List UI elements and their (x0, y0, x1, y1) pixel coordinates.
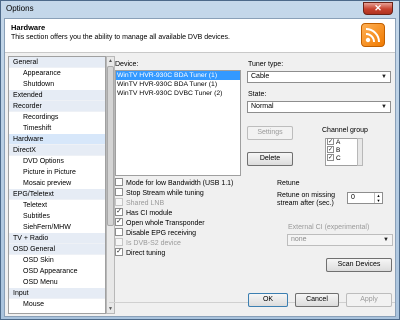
options-window: Options ✕ Hardware This section offers y… (0, 0, 400, 320)
option-label: Has CI module (126, 209, 173, 217)
option-label: Shared LNB (126, 199, 165, 207)
cancel-button[interactable]: Cancel (295, 293, 339, 307)
option-label: Stop Stream while tuning (126, 189, 204, 197)
checkbox-checked[interactable]: ✓ (327, 146, 334, 153)
device-item[interactable]: WinTV HVR-930C BDA Tuner (1) (116, 71, 240, 80)
checkbox-unchecked[interactable] (115, 228, 123, 236)
delete-button[interactable]: Delete (247, 152, 293, 166)
external-ci-value: none (291, 236, 307, 243)
sidebar-item-directx[interactable]: DirectX (9, 145, 105, 156)
sidebar-item-mouse[interactable]: Mouse (9, 299, 105, 310)
sidebar-item-osd-appearance[interactable]: OSD Appearance (9, 266, 105, 277)
sidebar-item-osd-skin[interactable]: OSD Skin (9, 255, 105, 266)
sidebar-item-teletext[interactable]: Teletext (9, 200, 105, 211)
scroll-up-icon[interactable]: ▲ (107, 57, 114, 65)
nav-scrollbar[interactable]: ▲ ▼ (106, 56, 115, 314)
channel-group-label: Channel group (322, 127, 368, 134)
option-mode-for-low-bandwidth-usb-1-1[interactable]: Mode for low Bandwidth (USB 1.1) (115, 178, 234, 189)
rss-icon (361, 23, 385, 47)
retune-title: Retune (277, 180, 300, 187)
sidebar-item-recorder[interactable]: Recorder (9, 101, 105, 112)
device-label: Device: (115, 61, 139, 68)
tuner-type-select[interactable]: Cable ▼ (247, 71, 391, 83)
checkbox-checked[interactable]: ✓ (115, 248, 123, 256)
option-label: Direct tuning (126, 249, 166, 257)
option-label: Open whole Transponder (126, 219, 205, 227)
title-bar[interactable]: Options ✕ (1, 1, 399, 18)
sidebar-item-appearance[interactable]: Appearance (9, 68, 105, 79)
device-item[interactable]: WinTV HVR-930C BDA Tuner (1) (116, 80, 240, 89)
checkbox-unchecked[interactable] (115, 188, 123, 196)
checkbox-checked[interactable]: ✓ (327, 154, 334, 161)
option-stop-stream-while-tuning[interactable]: Stop Stream while tuning (115, 188, 204, 199)
checkbox-unchecked[interactable] (115, 238, 123, 246)
sidebar-item-subtitles[interactable]: Subtitles (9, 211, 105, 222)
state-select[interactable]: Normal ▼ (247, 101, 391, 113)
option-is-dvb-s2-device[interactable]: Is DVB-S2 device (115, 238, 181, 249)
section-header: Hardware This section offers you the abi… (5, 19, 395, 53)
retune-seconds-spinner[interactable]: 0 ▲ ▼ (347, 192, 383, 204)
option-label: Mode for low Bandwidth (USB 1.1) (126, 179, 234, 187)
sidebar-item-shutdown[interactable]: Shutdown (9, 79, 105, 90)
checkbox-checked[interactable]: ✓ (115, 218, 123, 226)
sidebar-item-osd-menu[interactable]: OSD Menu (9, 277, 105, 288)
retune-seconds-value: 0 (351, 194, 355, 201)
sidebar-item-picture-in-picture[interactable]: Picture in Picture (9, 167, 105, 178)
sidebar-item-osd-general[interactable]: OSD General (9, 244, 105, 255)
option-has-ci-module[interactable]: ✓ Has CI module (115, 208, 173, 219)
checkbox-checked[interactable]: ✓ (115, 208, 123, 216)
option-open-whole-transponder[interactable]: ✓ Open whole Transponder (115, 218, 205, 229)
window-title: Options (6, 4, 34, 13)
section-title: Hardware (11, 23, 46, 32)
sidebar-item-siehfern-mhw[interactable]: SiehFern/MHW (9, 222, 105, 233)
section-description: This section offers you the ability to m… (11, 34, 230, 41)
retune-label: Retune on missing stream after (sec.) (277, 192, 335, 207)
channel-group-list[interactable]: ✓ A ✓ B ✓ C (325, 138, 359, 166)
external-ci-select[interactable]: none ▼ (287, 234, 393, 246)
sidebar-item-mosaic-preview[interactable]: Mosaic preview (9, 178, 105, 189)
sidebar-item-input[interactable]: Input (9, 288, 105, 299)
spinner-arrows-icon[interactable]: ▲ ▼ (374, 193, 382, 203)
scan-devices-button[interactable]: Scan Devices (326, 258, 392, 272)
sidebar-item-recordings[interactable]: Recordings (9, 112, 105, 123)
checkbox-checked[interactable]: ✓ (327, 138, 334, 145)
external-ci-label: External CI (experimental) (288, 224, 370, 231)
sidebar-item-dvd-options[interactable]: DVD Options (9, 156, 105, 167)
sidebar-item-tv-radio[interactable]: TV + Radio (9, 233, 105, 244)
sidebar-item-hardware[interactable]: Hardware (9, 134, 105, 145)
device-list[interactable]: WinTV HVR-930C BDA Tuner (1) WinTV HVR-9… (115, 70, 241, 176)
scroll-thumb[interactable] (107, 66, 114, 226)
scroll-down-icon[interactable]: ▼ (107, 305, 114, 313)
ok-button[interactable]: OK (248, 293, 288, 307)
channel-group-item[interactable]: ✓ C (326, 154, 358, 163)
checkbox-unchecked[interactable] (115, 198, 123, 206)
checkbox-unchecked[interactable] (115, 178, 123, 186)
option-label: Disable EPG receiving (126, 229, 197, 237)
option-disable-epg-receiving[interactable]: Disable EPG receiving (115, 228, 197, 239)
sidebar-item-general[interactable]: General (9, 57, 105, 68)
sidebar-item-extended[interactable]: Extended (9, 90, 105, 101)
option-label: Is DVB-S2 device (126, 239, 181, 247)
sidebar-item-epg-teletext[interactable]: EPG/Teletext (9, 189, 105, 200)
settings-button[interactable]: Settings (247, 126, 293, 140)
chevron-down-icon: ▼ (381, 104, 387, 110)
close-button[interactable]: ✕ (363, 2, 393, 15)
state-value: Normal (251, 103, 274, 110)
apply-button[interactable]: Apply (346, 293, 392, 307)
client-area: Hardware This section offers you the abi… (4, 18, 396, 317)
tuner-type-label: Tuner type: (248, 61, 284, 68)
sidebar-item-timeshift[interactable]: Timeshift (9, 123, 105, 134)
chevron-down-icon: ▼ (381, 74, 387, 80)
chevron-down-icon: ▼ (383, 237, 389, 243)
option-direct-tuning[interactable]: ✓ Direct tuning (115, 248, 166, 259)
channel-group-scrollbar[interactable] (357, 138, 363, 166)
tuner-type-value: Cable (251, 73, 270, 80)
device-item[interactable]: WinTV HVR-930C DVBC Tuner (2) (116, 89, 240, 98)
state-label: State: (248, 91, 267, 98)
options-nav-tree[interactable]: General Appearance Shutdown Extended Recorde… (8, 56, 106, 314)
